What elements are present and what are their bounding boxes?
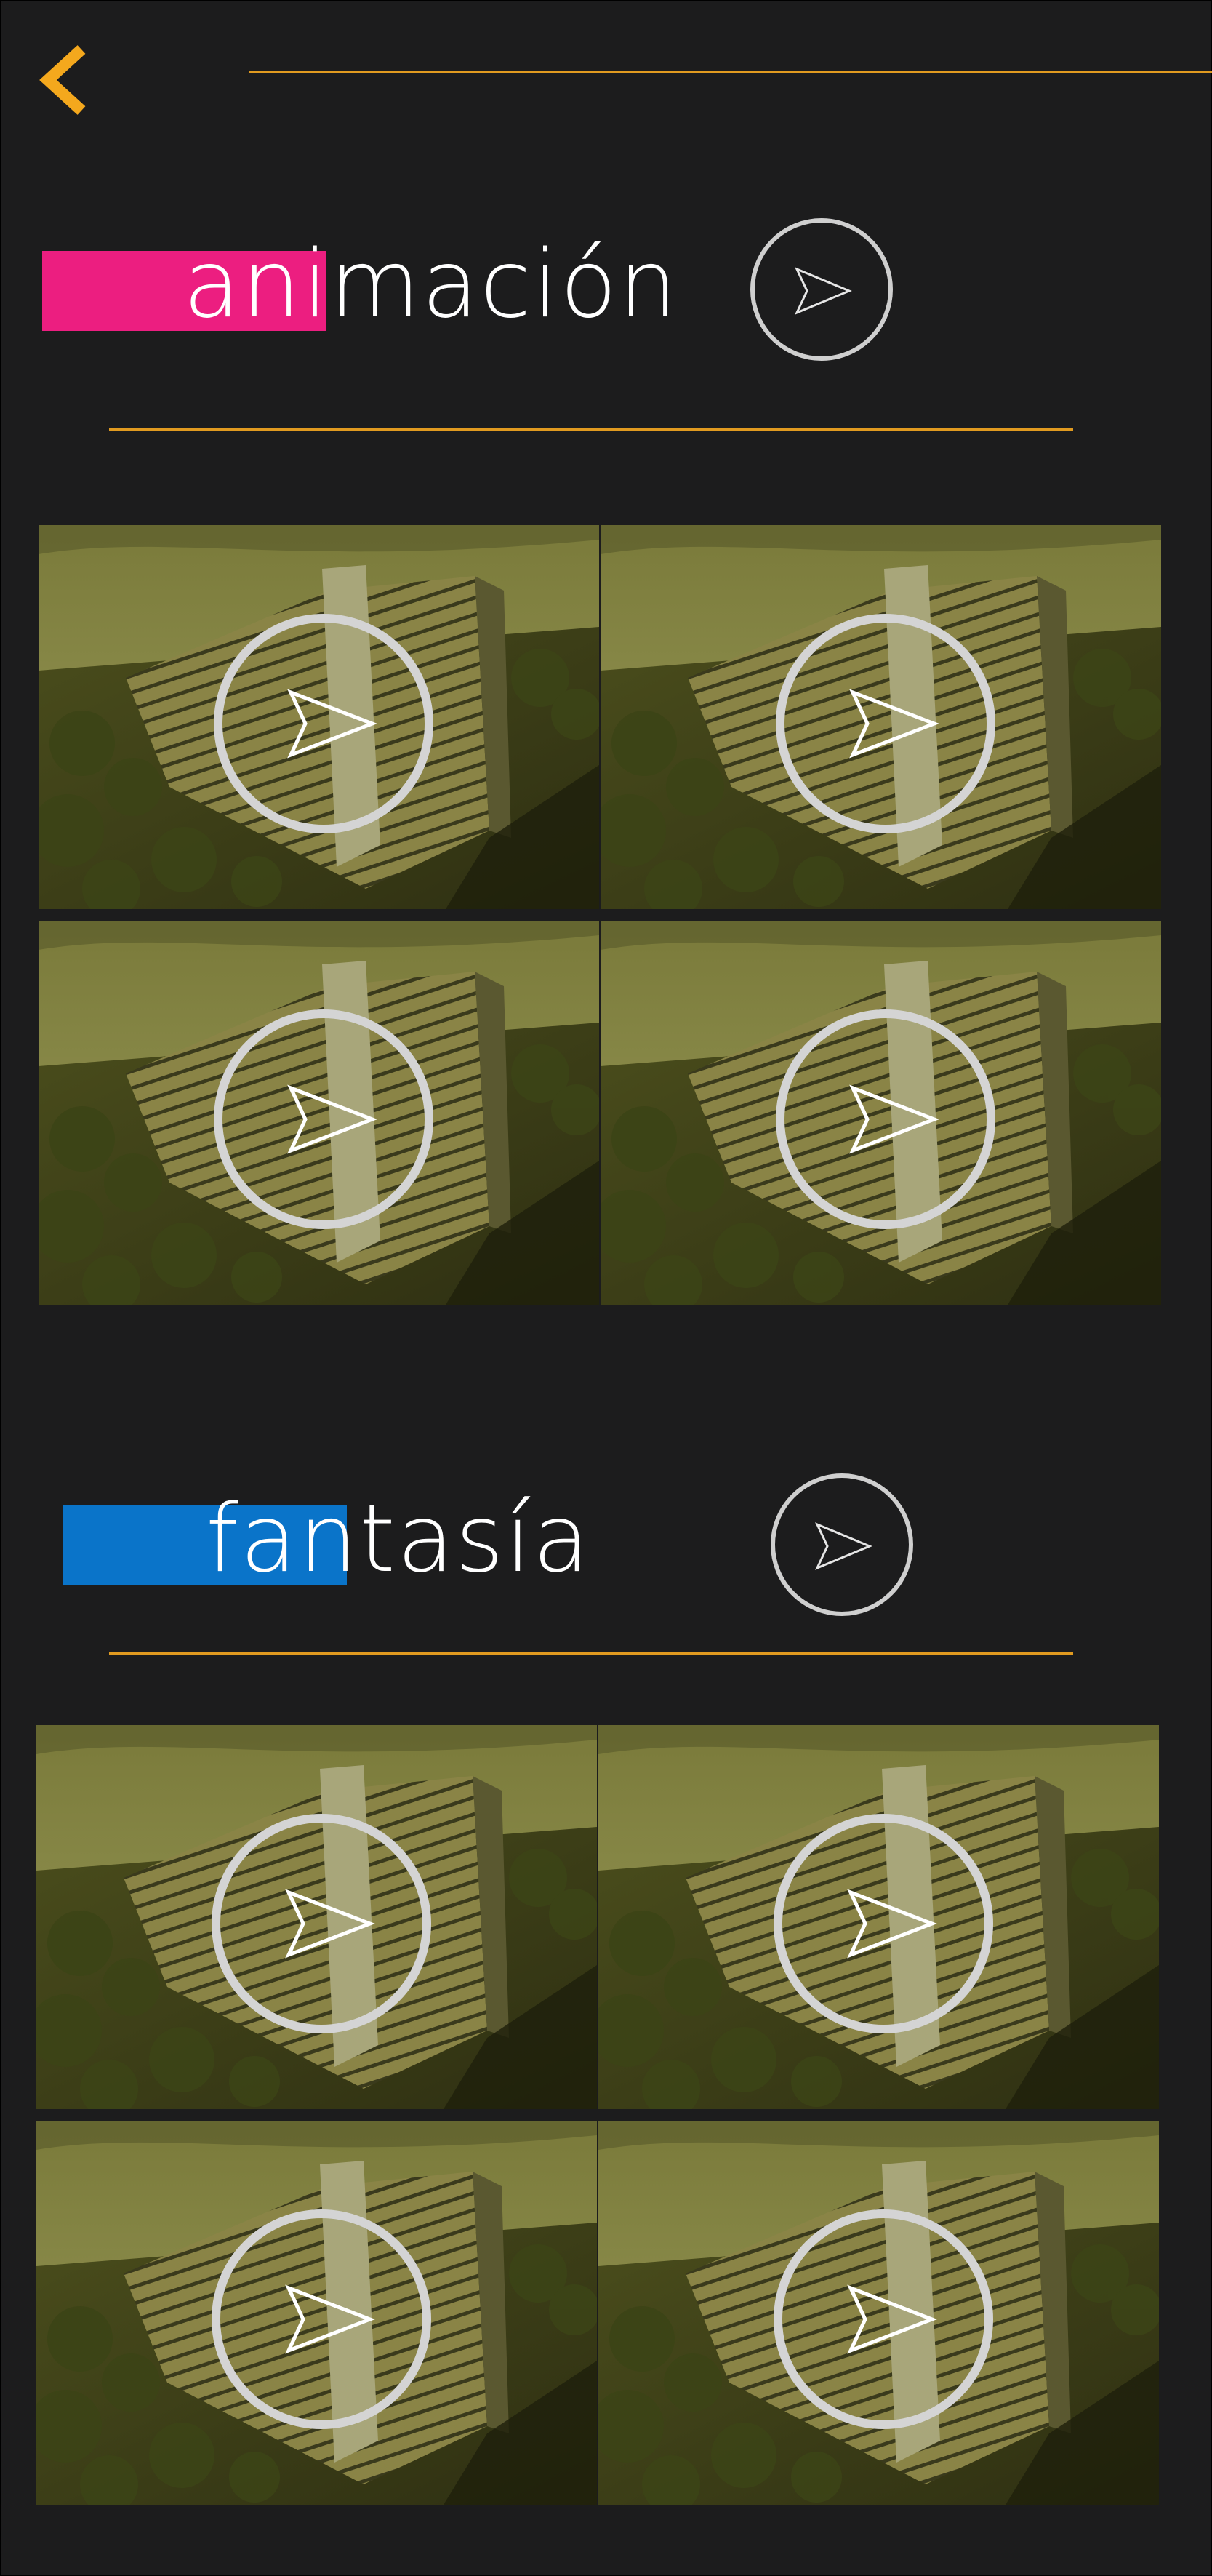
video-thumbnail[interactable] (36, 1725, 597, 2109)
section-title-accent: fan (206, 1485, 359, 1593)
section-title-rest: tasía (358, 1485, 591, 1593)
video-grid (39, 525, 1161, 1305)
section-title-accent: ani (183, 231, 330, 339)
play-circle-icon (214, 614, 433, 833)
play-circle-icon (212, 2209, 431, 2429)
section-title: animación (183, 234, 679, 336)
section-title-rest: mación (329, 231, 679, 339)
play-circle-icon (774, 1814, 993, 2033)
play-all-button[interactable] (749, 217, 894, 362)
play-circle-icon (214, 1009, 433, 1229)
play-circle-icon (212, 1814, 431, 2033)
play-circle-icon (750, 218, 893, 361)
video-thumbnail[interactable] (598, 2121, 1159, 2505)
video-thumbnail[interactable] (601, 921, 1161, 1305)
section-divider (109, 428, 1073, 431)
section-title: fantasía (206, 1489, 591, 1591)
video-thumbnail[interactable] (598, 1725, 1159, 2109)
video-thumbnail[interactable] (36, 2121, 597, 2505)
video-thumbnail[interactable] (601, 525, 1161, 909)
video-grid (36, 1725, 1159, 2505)
play-circle-icon (771, 1473, 913, 1616)
header-divider (249, 71, 1212, 73)
play-circle-icon (774, 2209, 993, 2429)
back-button[interactable] (38, 42, 96, 122)
chevron-left-icon (39, 45, 86, 115)
video-thumbnail[interactable] (39, 921, 599, 1305)
section-divider (109, 1652, 1073, 1655)
play-circle-icon (776, 614, 995, 833)
play-all-button[interactable] (769, 1472, 915, 1617)
video-thumbnail[interactable] (39, 525, 599, 909)
play-circle-icon (776, 1009, 995, 1229)
